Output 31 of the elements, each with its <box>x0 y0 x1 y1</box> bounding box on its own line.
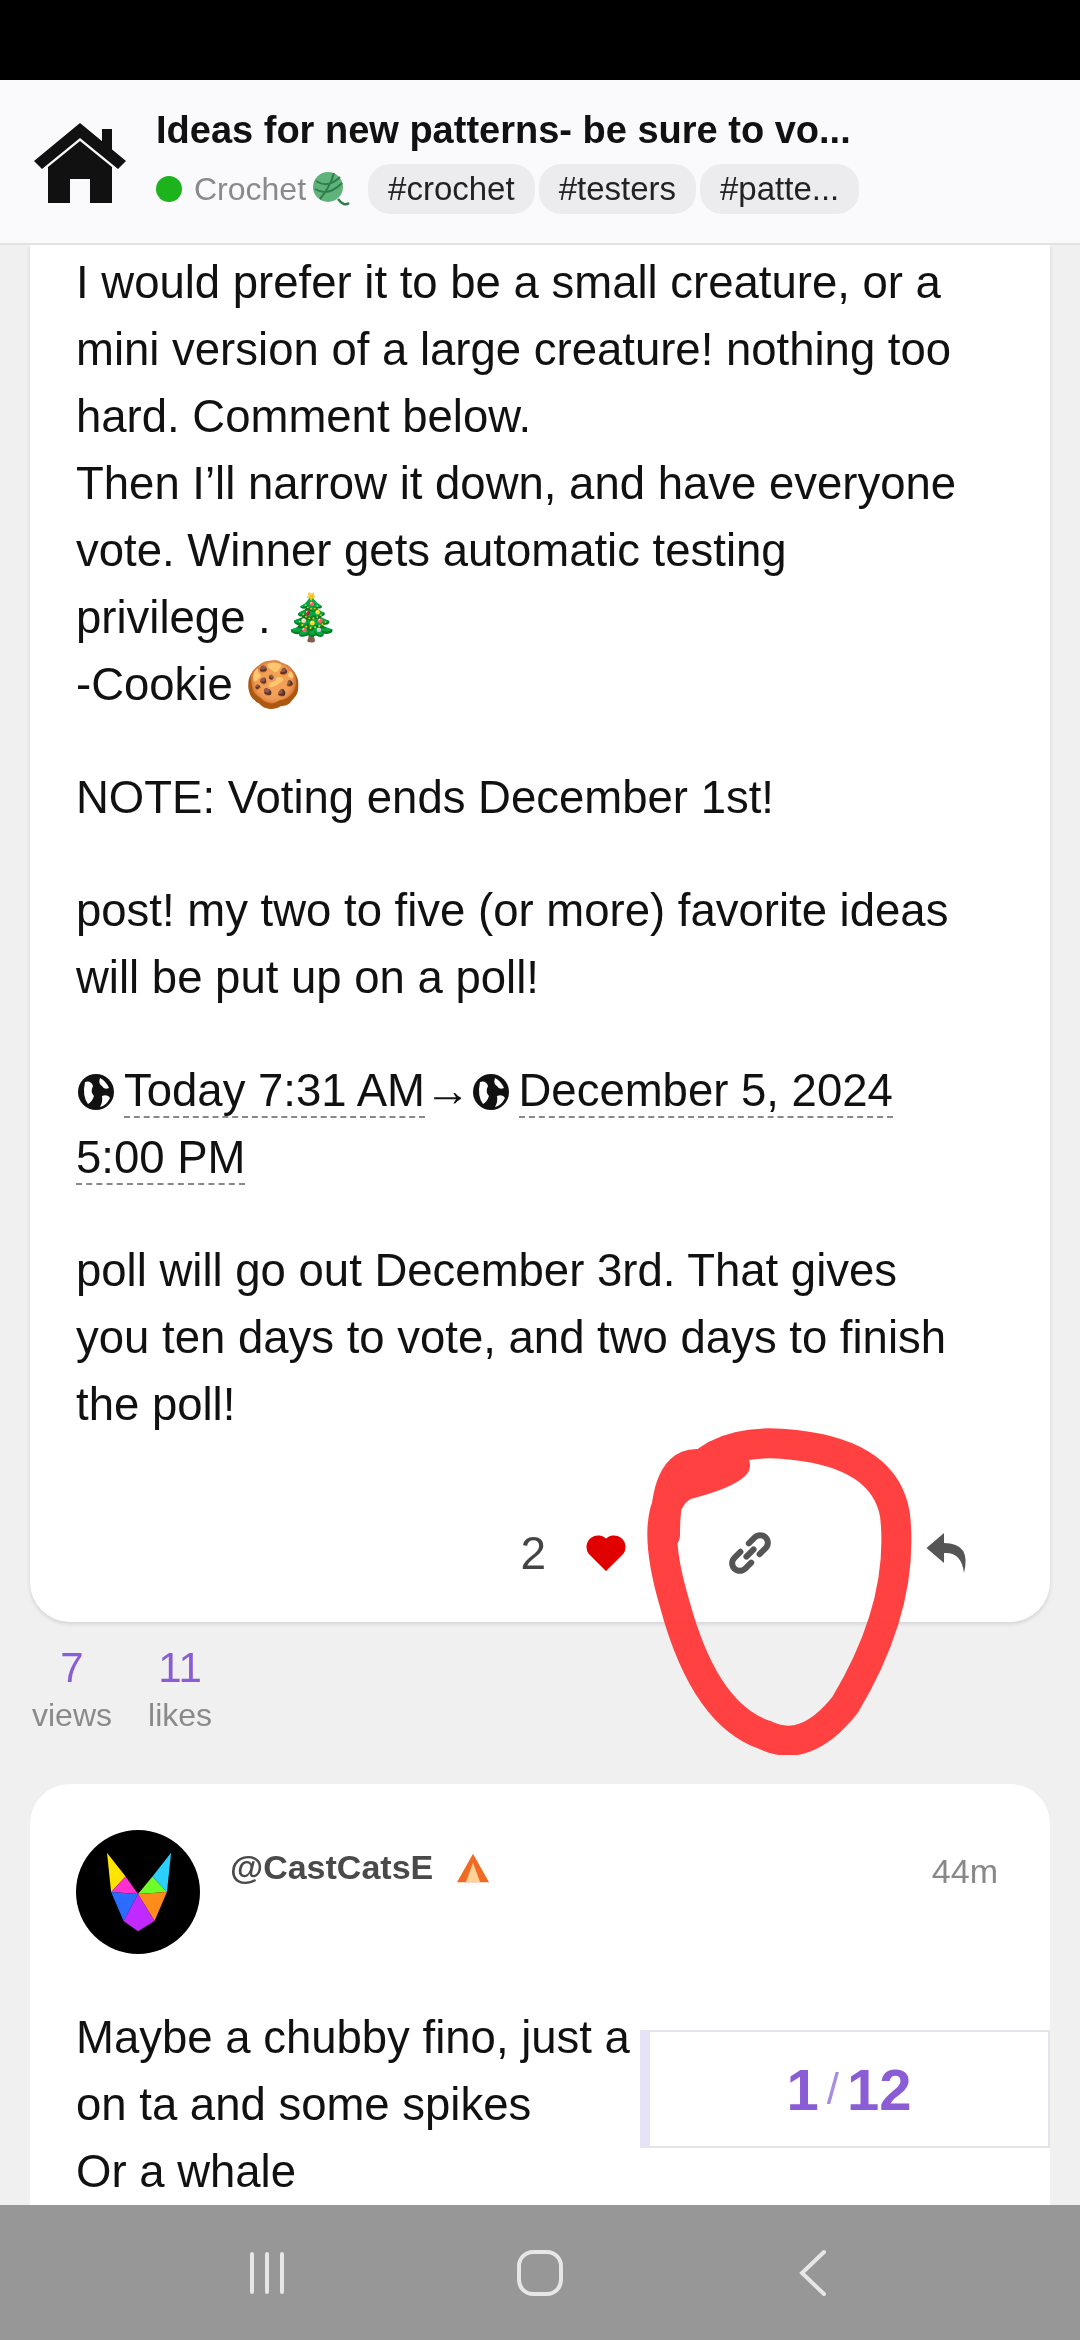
tag-chip[interactable]: #patte... <box>700 164 860 214</box>
stat-value: 11 <box>158 1644 202 1692</box>
avatar[interactable] <box>76 1830 200 1954</box>
post-paragraph: poll will go out December 3rd. That gives you ten days to vote, and two days to finish the poll! <box>76 1244 948 1432</box>
event-start-date[interactable]: Today 7:31 AM <box>124 1065 425 1118</box>
heart-icon[interactable] <box>586 1535 626 1571</box>
post-time: 44m <box>931 1852 998 1891</box>
stat-label: views <box>32 1696 112 1735</box>
globe-icon <box>76 1072 116 1112</box>
event-end-date[interactable]: December 5, 2024 <box>518 1065 893 1118</box>
post-paragraph: post! my two to five (or more) favorite ideas will be put up on a poll! <box>76 884 950 1005</box>
stat-label: likes <box>148 1696 213 1735</box>
timeline-separator: / <box>826 2064 839 2114</box>
link-icon[interactable] <box>726 1529 774 1577</box>
tag-chip[interactable]: #testers <box>538 164 696 214</box>
username[interactable]: @CastCatsE <box>230 1848 434 1887</box>
timeline-total: 12 <box>847 2055 912 2123</box>
timeline-position: 1 <box>786 2055 819 2123</box>
reply-text: Maybe a chubby fino, just a on ta and some spikes Or a whale <box>76 2011 630 2199</box>
event-end-time[interactable]: 5:00 PM <box>76 1132 246 1185</box>
timeline-scroller[interactable]: 1/12 <box>640 2030 1050 2148</box>
globe-icon <box>470 1072 511 1112</box>
tag-chip[interactable]: #crochet <box>368 164 535 214</box>
like-count[interactable]: 2 <box>520 1526 546 1580</box>
arrow-text: → <box>425 1065 471 1116</box>
post-paragraph: I would prefer it to be a small creature, or a mini version of a large creature! nothing too hard. Comment below. Then I’ll narrow it down, and have everyone vote. Winner gets automatic testing privilege . 🎄 <box>76 257 957 643</box>
topic-title[interactable]: Ideas for new patterns- be sure to vo... <box>156 109 860 152</box>
note-paragraph: NOTE: Voting ends December 1st! <box>76 771 775 825</box>
signature-text: -Cookie 🍪 <box>76 659 303 710</box>
yarn-ball-icon <box>310 169 351 209</box>
stat-value: 7 <box>60 1644 84 1692</box>
